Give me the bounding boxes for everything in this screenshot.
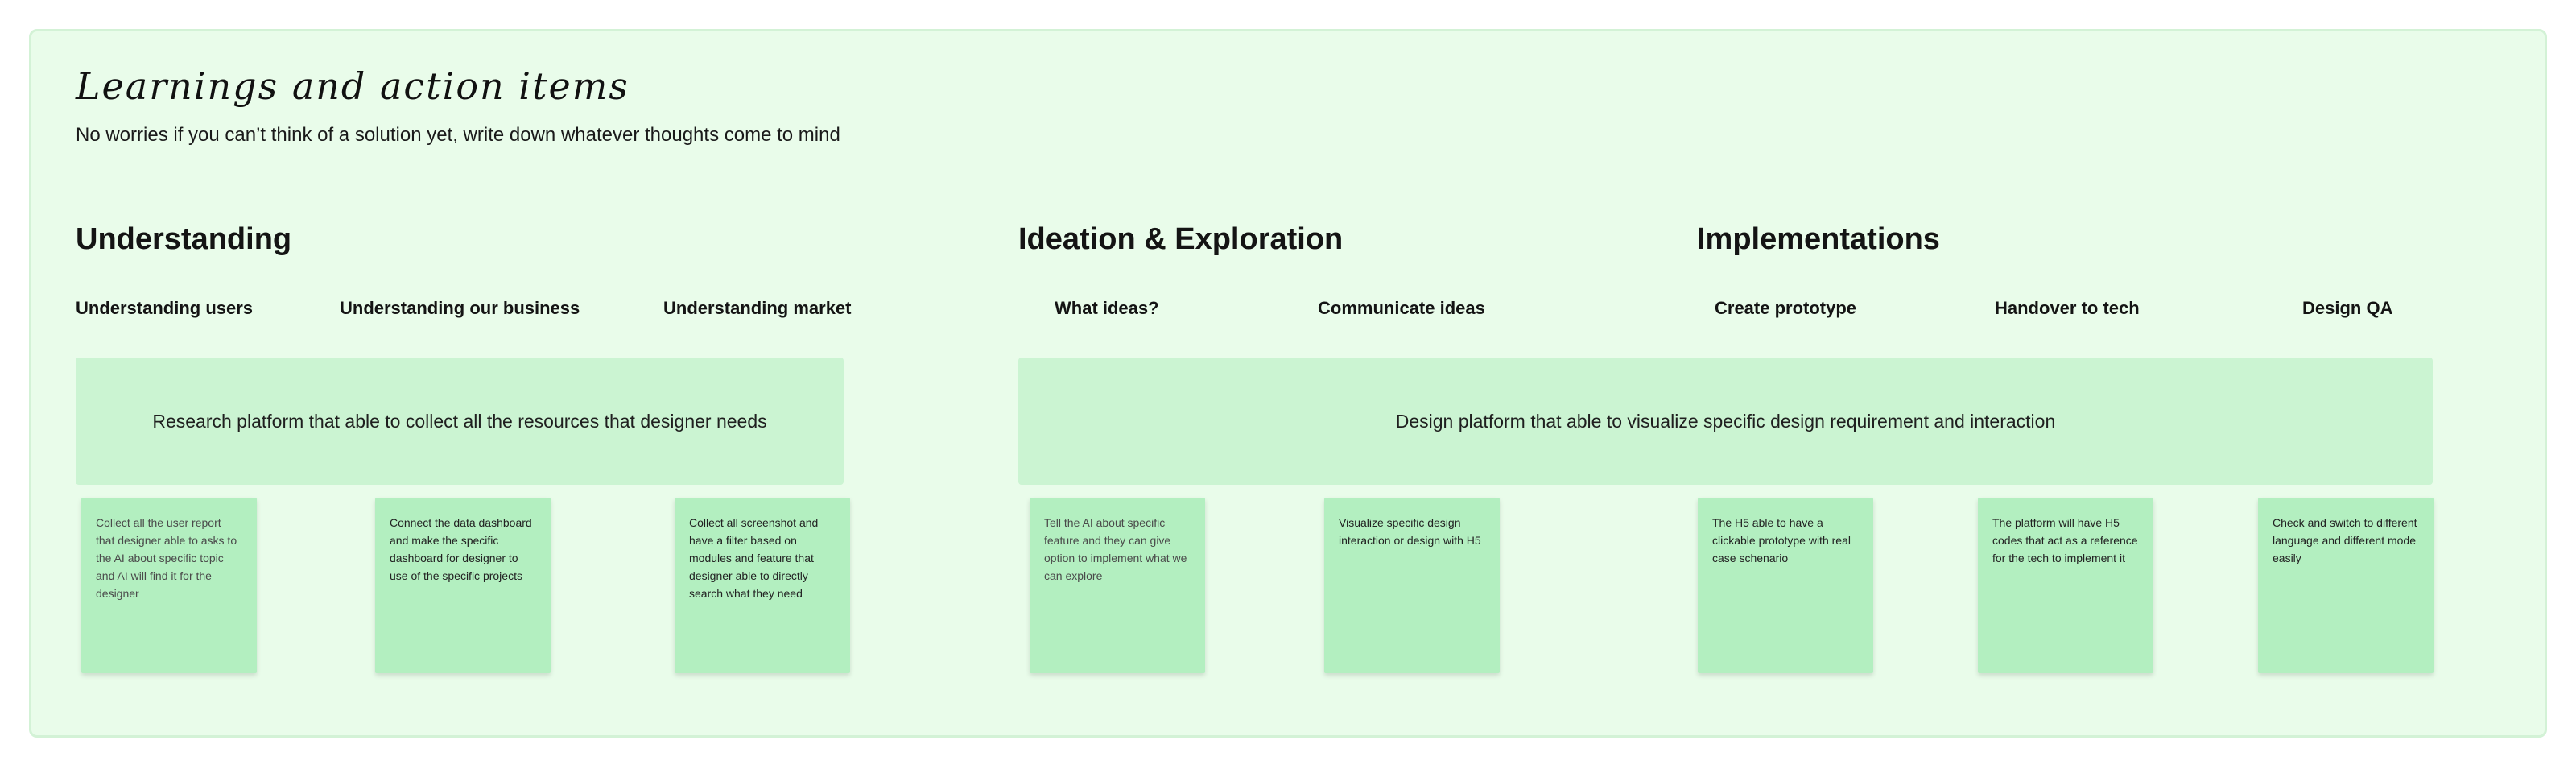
column-title-understanding-business: Understanding our business xyxy=(340,298,580,318)
column-title-understanding-market: Understanding market xyxy=(663,298,852,318)
column-title-create-prototype: Create prototype xyxy=(1715,298,1857,318)
sticky-note[interactable]: Visualize specific design interaction or… xyxy=(1324,498,1500,673)
board-subtitle: No worries if you can’t think of a solut… xyxy=(76,124,840,146)
research-platform-banner[interactable]: Research platform that able to collect a… xyxy=(76,358,844,485)
sticky-note[interactable]: Tell the AI about specific feature and t… xyxy=(1030,498,1205,673)
sticky-note[interactable]: The H5 able to have a clickable prototyp… xyxy=(1698,498,1873,673)
section-title-implementations: Implementations xyxy=(1697,222,1940,256)
section-title-ideation: Ideation & Exploration xyxy=(1018,222,1344,256)
sticky-note[interactable]: Collect all screenshot and have a filter… xyxy=(675,498,850,673)
column-title-communicate-ideas: Communicate ideas xyxy=(1318,298,1485,318)
sticky-note[interactable]: Collect all the user report that designe… xyxy=(81,498,257,673)
column-title-understanding-users: Understanding users xyxy=(76,298,254,318)
column-title-design-qa: Design QA xyxy=(2302,298,2393,318)
section-title-understanding: Understanding xyxy=(76,222,292,256)
sticky-note[interactable]: Check and switch to different language a… xyxy=(2258,498,2434,673)
board-title: Learnings and action items xyxy=(76,64,630,108)
sticky-note[interactable]: The platform will have H5 codes that act… xyxy=(1978,498,2153,673)
banner-text: Research platform that able to collect a… xyxy=(152,410,767,432)
sticky-note[interactable]: Connect the data dashboard and make the … xyxy=(375,498,551,673)
banner-text: Design platform that able to visualize s… xyxy=(1395,410,2056,432)
design-platform-banner[interactable]: Design platform that able to visualize s… xyxy=(1018,358,2433,485)
column-title-handover-to-tech: Handover to tech xyxy=(1995,298,2140,318)
column-title-what-ideas: What ideas? xyxy=(1055,298,1159,318)
